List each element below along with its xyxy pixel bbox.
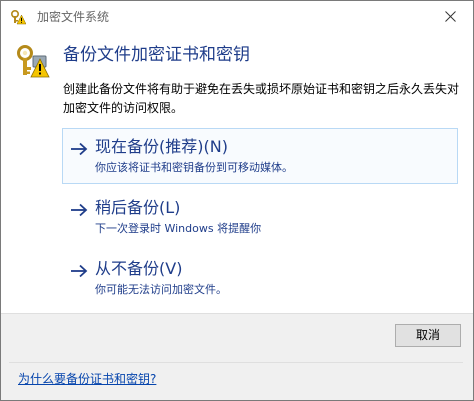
window-title: 加密文件系统 (37, 10, 110, 24)
option-backup-now[interactable]: 现在备份(推荐)(N) 你应该将证书和密钥备份到可移动媒体。 (62, 128, 458, 184)
option-title: 现在备份(推荐)(N) (95, 137, 228, 156)
arrow-right-icon (71, 203, 88, 217)
footer-divider (9, 362, 463, 363)
close-button[interactable] (427, 1, 473, 32)
option-description: 下一次登录时 Windows 将提醒你 (95, 222, 262, 235)
efs-backup-dialog: 加密文件系统 备份文件加密证书和密钥 创建此备份文件将有助于避免在丢失或损坏原始… (0, 0, 474, 401)
option-never-backup[interactable]: 从不备份(V) 你可能无法访问加密文件。 (62, 250, 458, 306)
help-link[interactable]: 为什么要备份证书和密钥? (18, 370, 156, 388)
option-backup-later[interactable]: 稍后备份(L) 下一次登录时 Windows 将提醒你 (62, 189, 458, 245)
option-description: 你应该将证书和密钥备份到可移动媒体。 (95, 161, 293, 174)
option-title: 稍后备份(L) (95, 198, 181, 217)
close-icon (444, 11, 456, 22)
cancel-button[interactable]: 取消 (395, 324, 461, 347)
title-bar: 加密文件系统 (1, 1, 473, 32)
key-lock-warning-icon (10, 9, 27, 25)
option-description: 你可能无法访问加密文件。 (95, 283, 227, 296)
arrow-right-icon (71, 264, 88, 278)
description-text: 创建此备份文件将有助于避免在丢失或损坏原始证书和密钥之后永久丢失对加密文件的访问… (63, 82, 460, 115)
dialog-footer: 取消 为什么要备份证书和密钥? (1, 313, 473, 400)
page-title: 备份文件加密证书和密钥 (63, 45, 250, 65)
option-title: 从不备份(V) (95, 259, 183, 278)
arrow-right-icon (71, 142, 88, 156)
key-lock-warning-icon (14, 43, 50, 79)
